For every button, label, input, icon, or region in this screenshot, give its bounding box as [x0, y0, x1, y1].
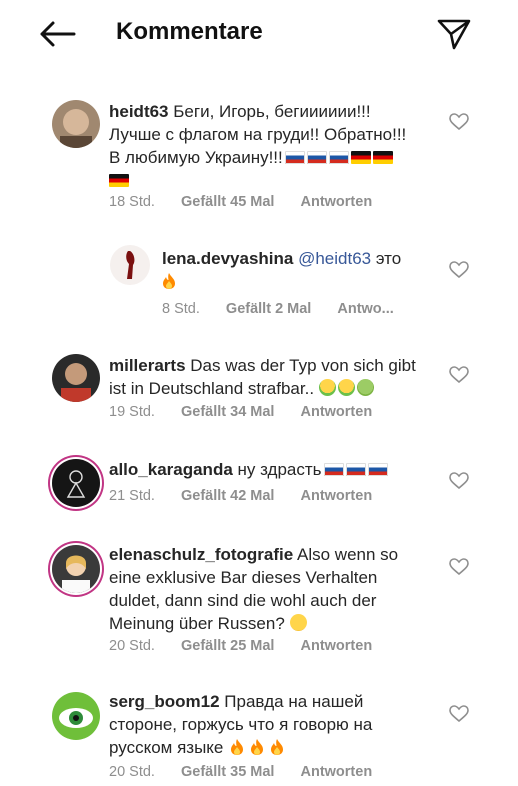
- reply-button[interactable]: Antworten: [301, 194, 373, 210]
- avatar[interactable]: [110, 245, 150, 285]
- paper-plane-icon: [437, 19, 471, 50]
- comment-line: стороне, горжусь что я говорю на: [109, 715, 373, 734]
- fire-icon: [271, 739, 284, 755]
- comment-line: Беги, Игорь, бегииииии!!!: [173, 102, 371, 121]
- flag-germany-icon: [372, 151, 393, 164]
- comment-line: ist in Deutschland strafbar..: [109, 379, 315, 398]
- comment-time: 8 Std.: [162, 301, 200, 317]
- reply-button[interactable]: Antworten: [301, 488, 373, 504]
- flag-russia-icon: [306, 151, 327, 164]
- avatar[interactable]: [52, 545, 100, 593]
- comment-line: Meinung über Russen?: [109, 614, 285, 633]
- comment-item: elenaschulz_fotografie Also wenn so eine…: [0, 541, 518, 671]
- face-nauseated-icon: [357, 379, 375, 396]
- like-count[interactable]: Gefällt 45 Mal: [181, 194, 274, 210]
- comment-time: 20 Std.: [109, 764, 155, 780]
- face-vomiting-icon: [319, 379, 337, 396]
- comment-meta: 20 Std. Gefällt 25 Mal Antworten: [109, 638, 394, 654]
- flag-germany-icon: [109, 174, 129, 187]
- arrow-left-icon: [40, 21, 76, 47]
- flag-russia-icon: [284, 151, 305, 164]
- comment-line: Лучше с флагом на груди!! Обратно!!!: [109, 125, 407, 144]
- comment-username[interactable]: heidt63: [109, 102, 169, 121]
- comment-time: 20 Std.: [109, 638, 155, 654]
- comment-line: duldet, dann sind die wohl auch der: [109, 591, 377, 610]
- comment-text: heidt63 Беги, Игорь, бегииииии!!! Лучше …: [109, 100, 439, 192]
- comment-time: 18 Std.: [109, 194, 155, 210]
- page-title: Kommentare: [116, 18, 263, 45]
- reply-button[interactable]: Antwo...: [337, 301, 393, 317]
- comment-line: В любимую Украину!!!: [109, 148, 283, 167]
- flag-russia-icon: [323, 463, 344, 476]
- like-count[interactable]: Gefällt 2 Mal: [226, 301, 311, 317]
- avatar[interactable]: [52, 354, 100, 402]
- flag-russia-icon: [345, 463, 366, 476]
- heart-icon[interactable]: [449, 558, 469, 576]
- avatar[interactable]: [52, 459, 100, 507]
- comment-meta: 20 Std. Gefällt 35 Mal Antworten: [109, 764, 394, 780]
- comment-meta: 8 Std. Gefällt 2 Mal Antwo...: [162, 301, 416, 317]
- reply-button[interactable]: Antworten: [301, 638, 373, 654]
- reply-button[interactable]: Antworten: [301, 764, 373, 780]
- comment-line: русском языке: [109, 738, 224, 757]
- comment-line: eine exklusive Bar dieses Verhalten: [109, 568, 378, 587]
- comment-time: 19 Std.: [109, 404, 155, 420]
- header: Kommentare: [0, 0, 518, 70]
- avatar[interactable]: [52, 692, 100, 740]
- comment-item: lena.devyashina @heidt63 это 8 Std. Gefä…: [0, 243, 518, 323]
- comment-item: serg_boom12 Правда на нашей стороне, гор…: [0, 688, 518, 786]
- comment-text: allo_karaganda ну здрасть: [109, 458, 439, 481]
- send-button[interactable]: [436, 17, 472, 51]
- reply-button[interactable]: Antworten: [301, 404, 373, 420]
- comment-line: Also wenn so: [297, 545, 399, 564]
- heart-icon[interactable]: [449, 113, 469, 131]
- comment-item: allo_karaganda ну здрасть 21 Std. Gefäll…: [0, 456, 518, 516]
- comment-username[interactable]: allo_karaganda: [109, 460, 233, 479]
- like-count[interactable]: Gefällt 34 Mal: [181, 404, 274, 420]
- like-count[interactable]: Gefällt 25 Mal: [181, 638, 274, 654]
- face-monocle-icon: [289, 614, 307, 631]
- comment-username[interactable]: elenaschulz_fotografie: [109, 545, 293, 564]
- fire-icon: [163, 273, 175, 289]
- comment-line: это: [375, 249, 402, 268]
- avatar[interactable]: [52, 100, 100, 148]
- comment-username[interactable]: lena.devyashina: [162, 249, 293, 268]
- comment-meta: 19 Std. Gefällt 34 Mal Antworten: [109, 404, 394, 420]
- heart-icon[interactable]: [449, 261, 469, 279]
- flag-germany-icon: [350, 151, 371, 164]
- face-vomiting-icon: [338, 379, 356, 396]
- comment-meta: 21 Std. Gefällt 42 Mal Antworten: [109, 488, 394, 504]
- heart-icon[interactable]: [449, 366, 469, 384]
- comment-item: millerarts Das was der Typ von sich gibt…: [0, 352, 518, 427]
- comment-item: heidt63 Беги, Игорь, бегииииии!!! Лучше …: [0, 96, 518, 216]
- comment-text: lena.devyashina @heidt63 это: [162, 247, 432, 293]
- back-button[interactable]: [38, 18, 78, 50]
- fire-icon: [231, 739, 244, 755]
- comment-meta: 18 Std. Gefällt 45 Mal Antworten: [109, 194, 394, 210]
- heart-icon[interactable]: [449, 472, 469, 490]
- like-count[interactable]: Gefällt 42 Mal: [181, 488, 274, 504]
- mention-link[interactable]: @heidt63: [298, 249, 371, 268]
- comment-line: ну здрасть: [237, 460, 322, 479]
- comment-text: serg_boom12 Правда на нашей стороне, гор…: [109, 690, 439, 759]
- comment-username[interactable]: serg_boom12: [109, 692, 220, 711]
- comment-text: elenaschulz_fotografie Also wenn so eine…: [109, 543, 439, 635]
- flag-russia-icon: [328, 151, 349, 164]
- comment-username[interactable]: millerarts: [109, 356, 186, 375]
- heart-icon[interactable]: [449, 705, 469, 723]
- like-count[interactable]: Gefällt 35 Mal: [181, 764, 274, 780]
- comment-line: Das was der Typ von sich gibt: [190, 356, 416, 375]
- flag-russia-icon: [367, 463, 388, 476]
- comment-time: 21 Std.: [109, 488, 155, 504]
- comment-text: millerarts Das was der Typ von sich gibt…: [109, 354, 439, 400]
- fire-icon: [251, 739, 264, 755]
- comment-line: Правда на нашей: [224, 692, 364, 711]
